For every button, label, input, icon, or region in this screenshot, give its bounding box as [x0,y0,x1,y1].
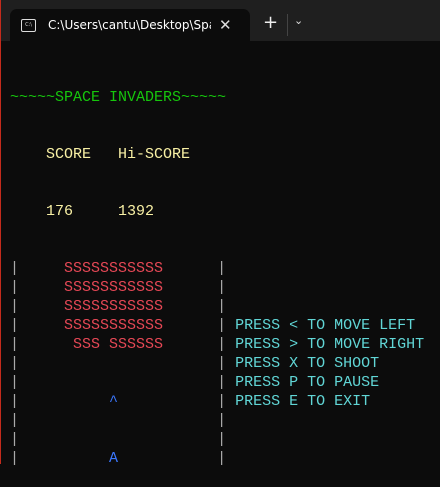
game-row: | | [10,430,424,449]
invader-row: SSS SSSSSS [19,336,209,353]
left-border: | [10,336,20,353]
right-border: | [217,374,227,391]
left-border: | [10,260,20,277]
game-row: | A | [10,449,424,468]
right-border: | [217,355,227,372]
invader-row: SSSSSSSSSSS [19,279,209,296]
invader-row: SSSSSSSSSSS [19,260,209,277]
game-row: | SSSSSSSSSSS | PRESS < TO MOVE LEFT [10,316,424,335]
help-text: PRESS P TO PAUSE [235,374,380,391]
score-labels: SCORE Hi-SCORE [10,145,424,164]
terminal-icon: C:\ [21,18,36,32]
hiscore-label: Hi-SCORE [118,146,191,163]
game-row: | SSSSSSSSSSS | [10,278,424,297]
game-row: | | [10,411,424,430]
right-border: | [217,279,227,296]
right-border: | [217,336,227,353]
game-row: | | PRESS X TO SHOOT [10,354,424,373]
game-row: | | PRESS P TO PAUSE [10,373,424,392]
divider [287,14,288,36]
right-border: | [217,260,227,277]
game-row: | ^ | PRESS E TO EXIT [10,392,424,411]
right-border: | [217,393,227,410]
score-value: 176 [46,203,74,220]
empty-field [19,355,208,372]
left-border: | [10,279,20,296]
game-title: ~~~~~SPACE INVADERS~~~~~ [10,89,227,106]
invader-row: SSSSSSSSSSS [19,317,209,334]
new-tab-button[interactable]: + [263,12,278,33]
player-ship: A [19,450,209,467]
title-bar: C:\ C:\Users\cantu\Desktop\Spac ✕ + ⌄ [1,0,440,41]
hiscore-value: 1392 [118,203,155,220]
chevron-down-icon[interactable]: ⌄ [294,14,303,27]
game-field: | SSSSSSSSSSS | | SSSSSSSSSSS | | SSSSSSSS… [10,259,424,468]
right-border: | [217,412,227,429]
score-values: 176 1392 [10,202,424,221]
game-row: | SSS SSSSSS | PRESS > TO MOVE RIGHT [10,335,424,354]
game-row: | SSSSSSSSSSS | [10,259,424,278]
left-border: | [10,431,20,448]
left-border: | [10,393,20,410]
help-text: PRESS < TO MOVE LEFT [235,317,416,334]
left-border: | [10,412,20,429]
score-label: SCORE [46,146,92,163]
bullet: ^ [19,393,209,410]
help-text: PRESS > TO MOVE RIGHT [235,336,425,353]
terminal-tab[interactable]: C:\ C:\Users\cantu\Desktop\Spac ✕ [10,9,250,41]
empty-field [19,412,208,429]
right-border: | [217,317,227,334]
tab-title: C:\Users\cantu\Desktop\Spac [48,18,211,32]
game-row: | SSSSSSSSSSS | [10,297,424,316]
close-tab-button[interactable]: ✕ [219,16,232,34]
help-text: PRESS X TO SHOOT [235,355,380,372]
empty-field [19,431,208,448]
right-border: | [217,450,227,467]
left-border: | [10,317,20,334]
left-border: | [10,374,20,391]
help-text: PRESS E TO EXIT [235,393,371,410]
right-border: | [217,298,227,315]
empty-field [19,374,208,391]
left-border: | [10,298,20,315]
right-border: | [217,431,227,448]
terminal-output[interactable]: ~~~~~SPACE INVADERS~~~~~ SCORE Hi-SCORE … [10,50,424,487]
left-border: | [10,450,20,467]
invader-row: SSSSSSSSSSS [19,298,209,315]
left-border: | [10,355,20,372]
